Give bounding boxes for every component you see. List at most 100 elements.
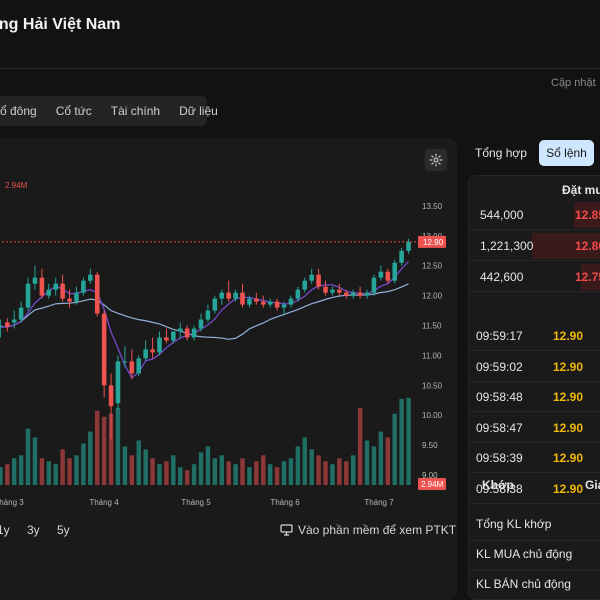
- ptkt-label: Vào phần mềm để xem PTKT: [298, 523, 457, 537]
- active-buy-volume-label: KL MUA chủ động: [476, 547, 573, 561]
- period-3y-button[interactable]: 3y: [27, 523, 40, 537]
- match-row: 09:58:47 12.90: [469, 413, 600, 443]
- match-time: 09:58:38: [476, 481, 523, 496]
- y-tick-label: 12.50: [422, 262, 443, 271]
- x-tick-label: Tháng 4: [89, 498, 119, 507]
- candle-body: [67, 298, 72, 302]
- x-tick-label: Tháng 5: [181, 498, 211, 507]
- volume-bar: [364, 440, 370, 485]
- candle-body: [191, 328, 197, 338]
- candle-body: [337, 289, 342, 293]
- candle-body: [18, 307, 24, 320]
- candle-body: [233, 292, 238, 299]
- x-tick-label: Tháng 7: [364, 498, 394, 507]
- match-price: 12.90: [553, 390, 584, 404]
- total-matched-volume-label: Tổng KL khớp: [476, 517, 552, 531]
- volume-bar: [74, 455, 79, 485]
- candle-body: [281, 304, 287, 308]
- volume-bar: [261, 455, 266, 485]
- bid-row[interactable]: 544,000 12.85: [469, 200, 600, 230]
- match-row: 09:58:48 12.90: [469, 382, 600, 412]
- monitor-icon: [280, 524, 293, 536]
- volume-bar: [226, 461, 231, 485]
- match-row: 09:59:02 12.90: [469, 352, 600, 382]
- volume-bar: [39, 458, 45, 485]
- volume-bar: [281, 461, 287, 485]
- match-price: 12.90: [553, 451, 584, 465]
- tab-financials[interactable]: Tài chính: [111, 104, 160, 118]
- volume-bar: [32, 437, 38, 485]
- candle-body: [53, 283, 59, 290]
- bid-row[interactable]: 1,221,300 12.80: [469, 231, 600, 261]
- volume-bar: [212, 458, 218, 485]
- candle-body: [108, 385, 114, 407]
- candle-body: [357, 292, 363, 296]
- candle-body: [205, 310, 211, 320]
- candle-body: [32, 277, 38, 284]
- candle-body: [60, 283, 65, 299]
- candle-body: [5, 322, 10, 327]
- volume-bar: [316, 455, 321, 485]
- candle-body: [364, 292, 370, 296]
- candle-body: [316, 274, 321, 287]
- volume-bar: [150, 458, 155, 485]
- candle-body: [177, 328, 183, 332]
- candle-body: [302, 280, 308, 290]
- candle-body: [25, 283, 31, 308]
- volume-bar: [101, 416, 107, 485]
- tab-orderbook[interactable]: Sổ lệnh: [539, 140, 594, 166]
- volume-bar: [5, 464, 10, 485]
- candle-body: [385, 271, 391, 281]
- tab-data[interactable]: Dữ liệu: [179, 104, 218, 118]
- candle-body: [350, 292, 356, 296]
- bid-header: Đặt mua: [562, 183, 600, 197]
- volume-bar: [184, 470, 190, 485]
- candle-body: [136, 358, 142, 374]
- tab-summary[interactable]: Tổng hợp: [470, 140, 532, 166]
- price-chart[interactable]: 2.94M 13.5013.0012.5012.0011.5011.0010.5…: [0, 175, 458, 515]
- volume-bar: [330, 464, 335, 485]
- volume-bar: [122, 446, 128, 485]
- candle-body: [219, 292, 225, 299]
- x-tick-label: Tháng 3: [0, 498, 24, 507]
- volume-bar: [171, 455, 176, 485]
- y-tick-label: 9.50: [422, 441, 438, 450]
- volume-bar: [81, 443, 86, 485]
- volume-bar: [309, 449, 314, 485]
- period-5y-button[interactable]: 5y: [57, 523, 70, 537]
- match-time: 09:59:17: [476, 329, 523, 343]
- y-tick-label: 12.00: [422, 292, 443, 301]
- orderbook-panel: Đặt mua 544,000 12.85 1,221,300 12.80 442,60…: [468, 175, 600, 600]
- volume-bar: [295, 446, 301, 485]
- candle-body: [267, 301, 273, 305]
- candle-body: [295, 289, 301, 299]
- match-price: 12.90: [553, 329, 584, 343]
- match-time: 09:58:47: [476, 420, 523, 435]
- ma-fast-line: [0, 261, 409, 379]
- period-1y-button[interactable]: 1y: [0, 523, 10, 537]
- volume-legend: 2.94M: [5, 181, 28, 190]
- candle-body: [378, 271, 384, 278]
- section-tabbar: ổ đông Cổ tức Tài chính Dữ liệu: [0, 96, 218, 126]
- candle-body: [11, 319, 17, 323]
- candle-body: [39, 277, 45, 296]
- chart-settings-button[interactable]: [425, 149, 447, 171]
- bid-price: 12.85: [575, 208, 600, 222]
- volume-bar: [233, 464, 238, 485]
- volume-bar: [288, 458, 294, 485]
- volume-bar: [136, 440, 141, 485]
- bid-volume: 544,000: [480, 208, 524, 222]
- volume-bar: [219, 455, 224, 485]
- bid-row[interactable]: 442,600 12.75: [469, 262, 600, 292]
- candle-body: [392, 262, 397, 281]
- candle-body: [74, 292, 79, 302]
- candle-body: [171, 331, 176, 341]
- volume-bar: [385, 437, 391, 485]
- tab-shareholders[interactable]: ổ đông: [0, 104, 37, 118]
- volume-bar: [11, 458, 17, 485]
- open-ptkt-link[interactable]: Vào phần mềm để xem PTKT: [280, 523, 456, 537]
- y-tick-label: 10.50: [422, 381, 443, 390]
- match-row: 09:58:39 12.90: [469, 443, 600, 473]
- candle-body: [164, 337, 169, 341]
- tab-dividends[interactable]: Cổ tức: [56, 104, 92, 118]
